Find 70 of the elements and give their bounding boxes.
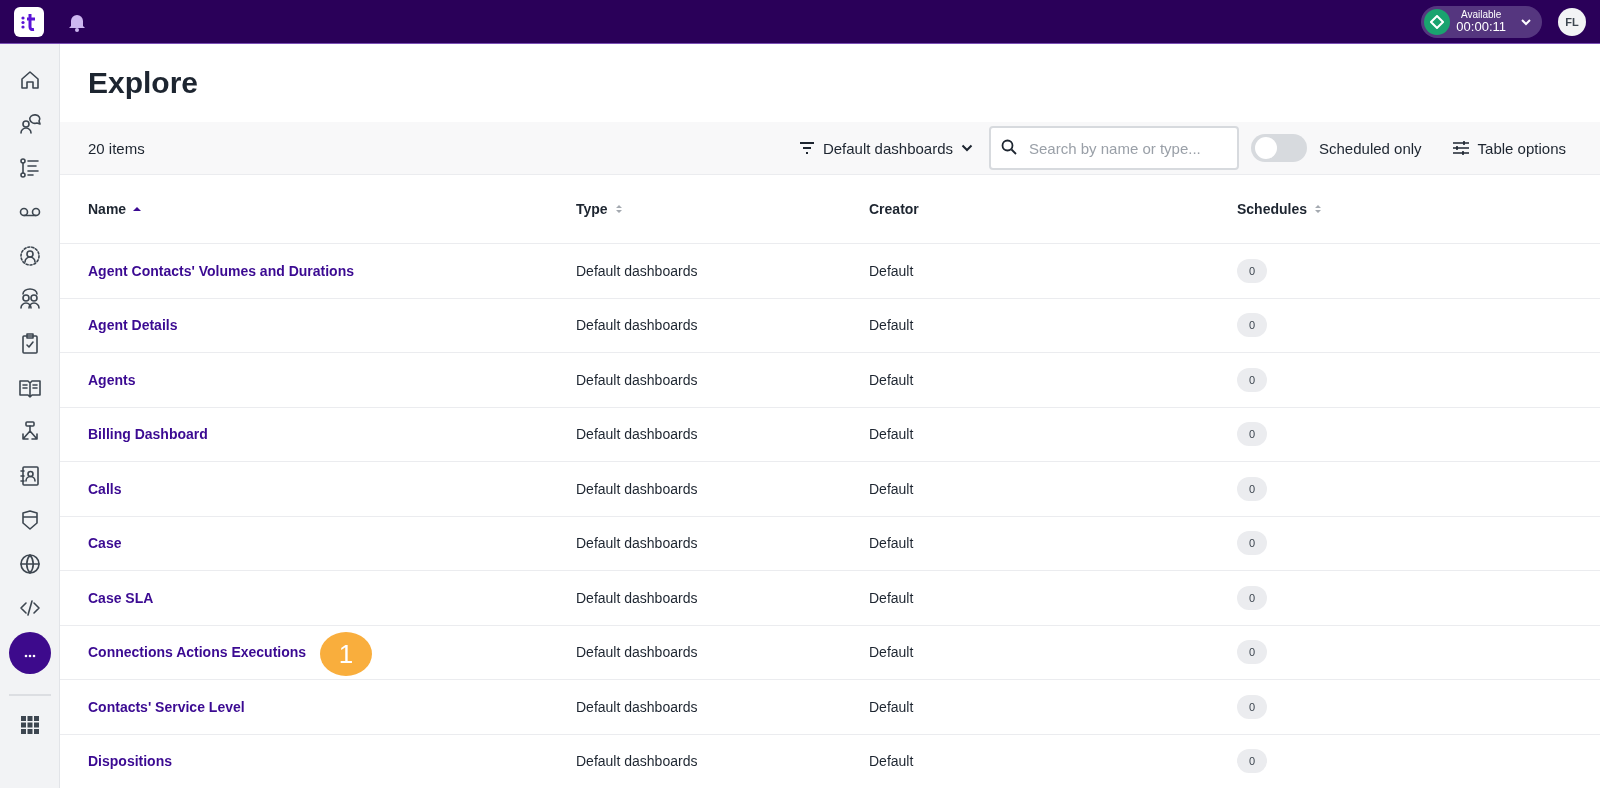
schedule-count-badge: 0 <box>1237 694 1268 719</box>
apps-grid-icon[interactable] <box>20 716 39 734</box>
table-cell: Default dashboards <box>576 371 698 388</box>
table-cell: Default <box>869 753 914 770</box>
table-options-button[interactable]: Table options <box>1445 138 1572 158</box>
dashboard-link[interactable]: Agent Details <box>88 317 178 334</box>
more-button[interactable] <box>8 632 51 674</box>
table-cell: Default <box>869 262 914 279</box>
table-cell: Default <box>869 317 914 334</box>
table-cell: Default dashboards <box>576 589 698 606</box>
column-header[interactable]: Schedules <box>1237 201 1324 217</box>
app-logo-icon[interactable] <box>14 6 44 37</box>
column-header[interactable]: Creator <box>869 201 919 217</box>
filter-dropdown[interactable]: Default dashboards <box>794 135 977 161</box>
schedule-count-badge: 0 <box>1237 367 1268 392</box>
dashboard-link[interactable]: Agent Contacts' Volumes and Durations <box>88 262 354 279</box>
schedule-count-badge: 0 <box>1237 258 1268 283</box>
dashboard-link[interactable]: Case <box>88 535 122 552</box>
column-header[interactable]: Type <box>576 201 624 217</box>
ellipsis-icon <box>23 653 36 658</box>
dashboard-link[interactable]: Calls <box>88 480 122 497</box>
table-cell: Default <box>869 589 914 606</box>
schedule-count-badge: 0 <box>1237 531 1268 556</box>
table-cell: Default <box>869 480 914 497</box>
dashboard-link[interactable]: Dispositions <box>88 753 172 770</box>
table-cell: Default <box>869 644 914 661</box>
callout-badge: 1 <box>320 632 373 677</box>
filter-icon <box>798 142 815 155</box>
dashboard-link[interactable]: Billing Dashboard <box>88 426 208 443</box>
table-cell: Default <box>869 426 914 443</box>
sort-ascending-icon[interactable] <box>132 205 143 213</box>
dashboard-link[interactable]: Case SLA <box>88 589 154 606</box>
chevron-down-icon <box>961 144 973 153</box>
list-nodes-icon[interactable] <box>17 156 42 180</box>
table-cell: Default dashboards <box>576 426 698 443</box>
schedule-count-badge: 0 <box>1237 476 1268 501</box>
contact-book-icon[interactable] <box>17 464 42 488</box>
column-header[interactable]: Name <box>88 201 143 217</box>
table-cell: Default dashboards <box>576 698 698 715</box>
globe-icon[interactable] <box>17 552 42 576</box>
dashboard-link[interactable]: Agents <box>88 371 136 388</box>
scheduled-only-toggle[interactable] <box>1251 134 1307 163</box>
table-cell: Default dashboards <box>576 535 698 552</box>
page-title: Explore <box>87 65 200 101</box>
schedule-count-badge: 0 <box>1237 313 1268 338</box>
user-circle-icon[interactable] <box>17 244 42 268</box>
table-cell: Default dashboards <box>576 480 698 497</box>
table-cell: Default <box>869 698 914 715</box>
diamond-icon <box>1430 14 1445 29</box>
user-avatar[interactable]: FL <box>1558 7 1586 36</box>
table-cell: Default dashboards <box>576 753 698 770</box>
schedule-count-badge: 0 <box>1237 585 1268 610</box>
users-icon[interactable] <box>17 288 42 312</box>
schedule-count-badge: 0 <box>1237 640 1268 665</box>
chevron-down-icon <box>1520 17 1532 26</box>
dashboard-link[interactable]: Contacts' Service Level <box>88 698 245 715</box>
schedule-count-badge: 0 <box>1237 422 1268 447</box>
table-cell: Default dashboards <box>576 262 698 279</box>
schedule-count-badge: 0 <box>1237 749 1268 774</box>
dashboard-link[interactable]: Connections Actions Executions <box>88 644 307 661</box>
person-chat-icon[interactable] <box>17 112 42 136</box>
search-field[interactable]: Search by name or type... <box>989 126 1239 171</box>
sliders-icon <box>1451 140 1470 157</box>
status-menu[interactable]: Available 00:00:11 <box>1421 5 1542 38</box>
table-cell: Default dashboards <box>576 644 698 661</box>
table-cell: Default <box>869 535 914 552</box>
toggle-label: Scheduled only <box>1319 139 1422 157</box>
table-cell: Default dashboards <box>576 317 698 334</box>
item-count: 20 items <box>88 139 145 157</box>
table-cell: Default <box>869 371 914 388</box>
